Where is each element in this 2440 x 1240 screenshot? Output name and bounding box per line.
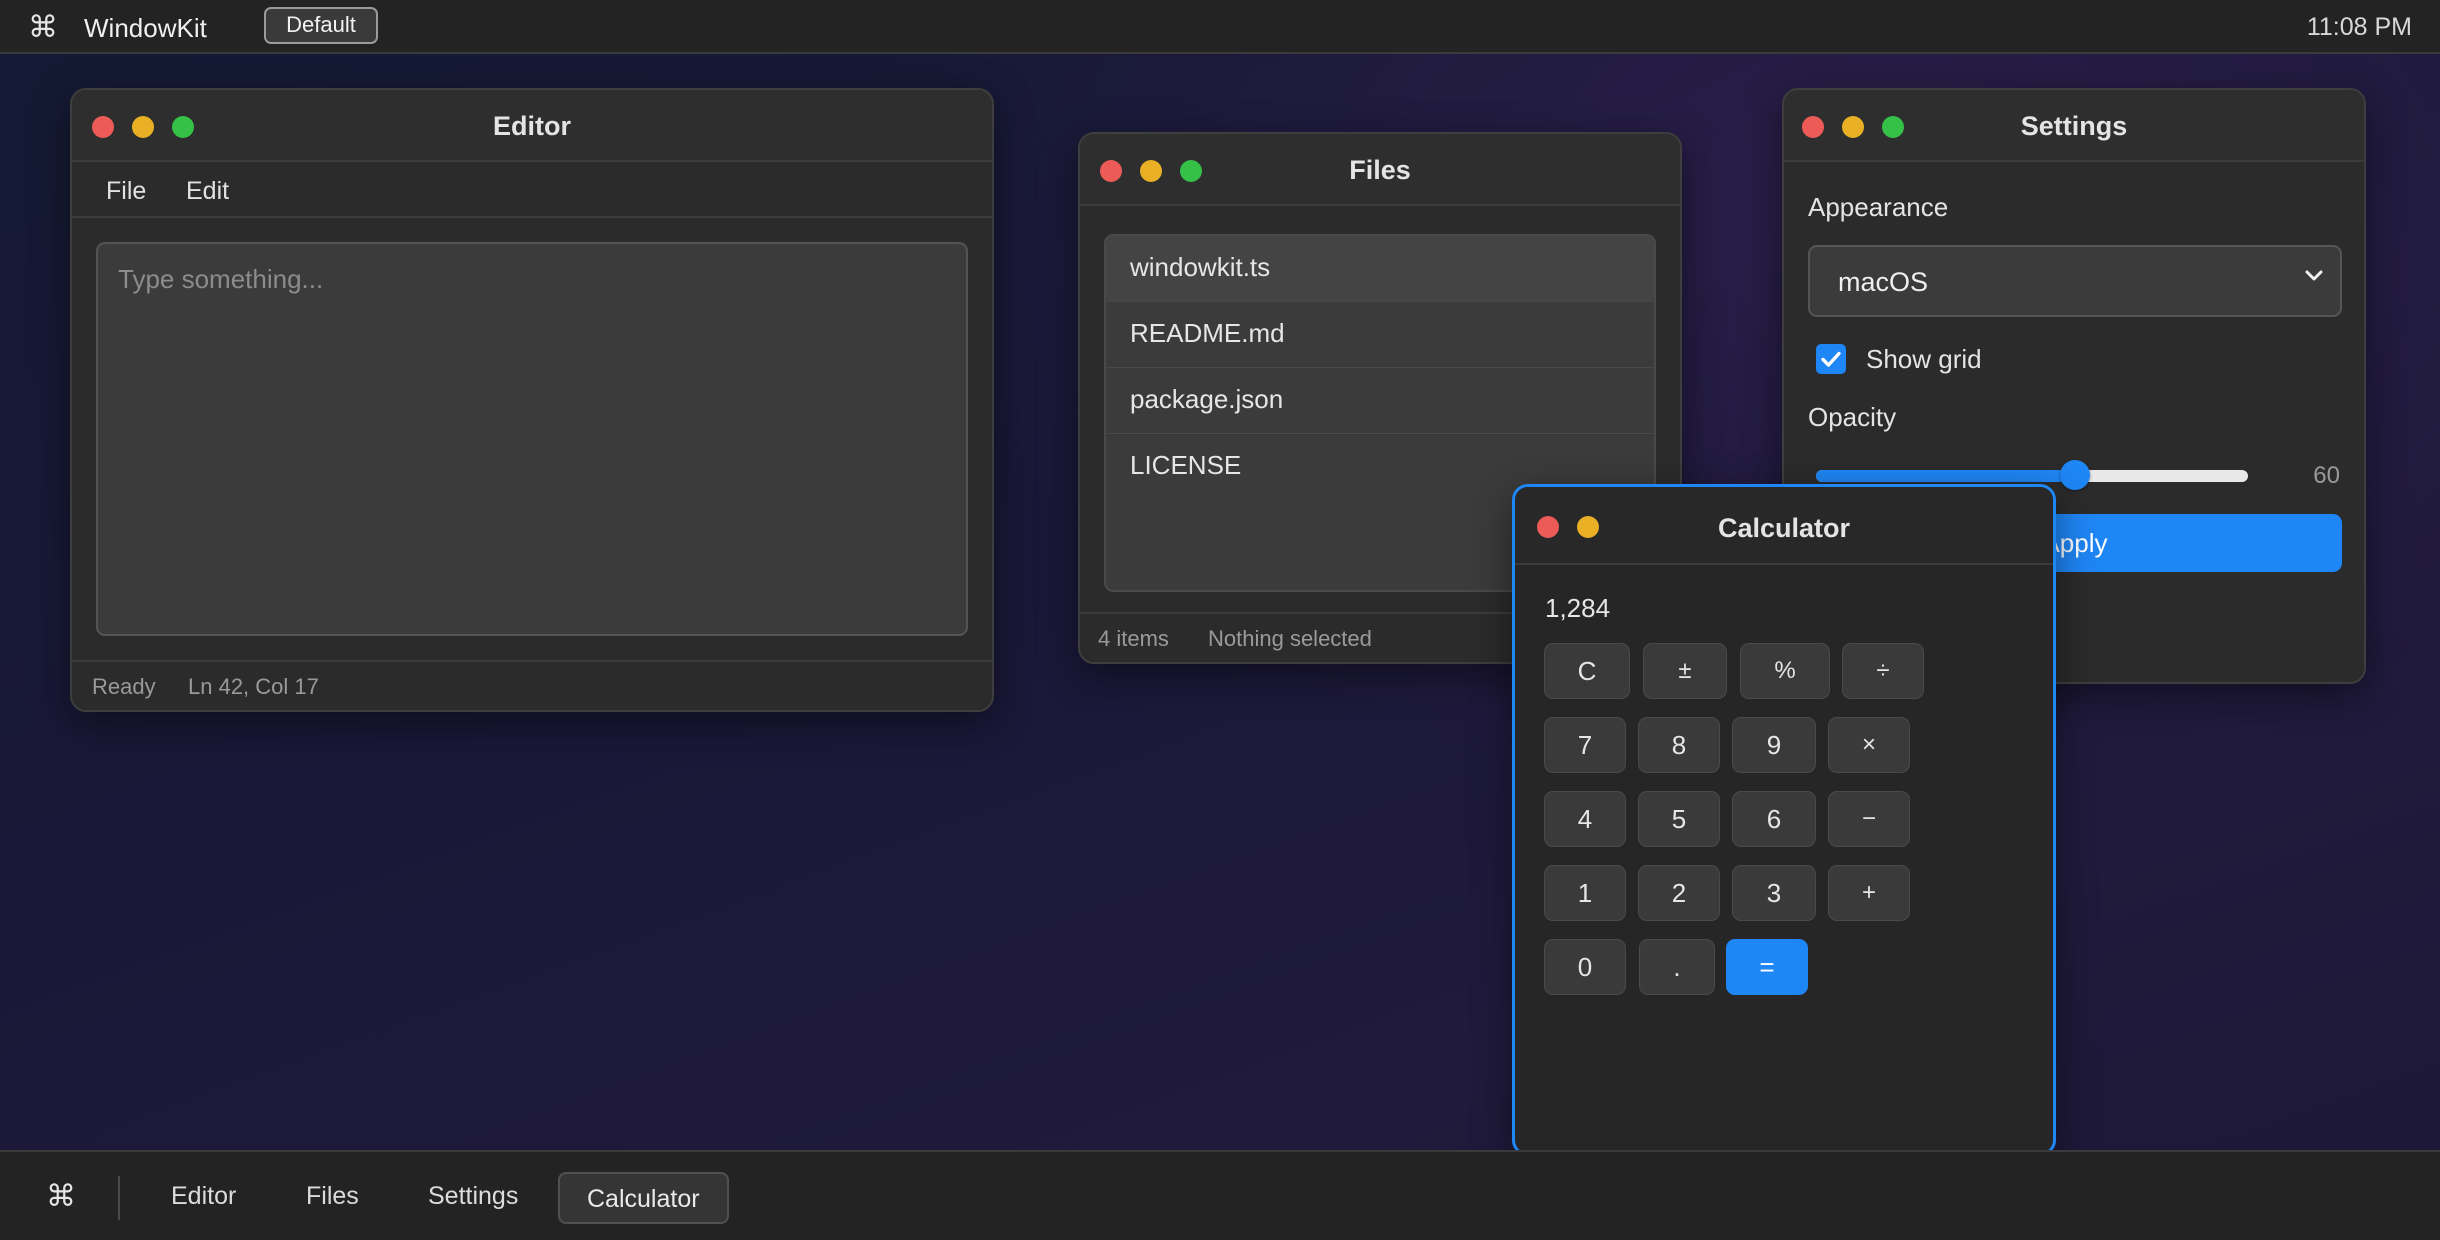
key-equals[interactable]: = — [1726, 939, 1808, 995]
taskbar-item-settings[interactable]: Settings — [428, 1182, 518, 1211]
key-percent[interactable]: % — [1740, 643, 1830, 699]
key-minus[interactable]: − — [1828, 791, 1910, 847]
key-0[interactable]: 0 — [1544, 939, 1626, 995]
selection-status: Nothing selected — [1208, 626, 1372, 651]
opacity-slider-handle[interactable] — [2060, 460, 2091, 490]
editor-titlebar[interactable]: Editor — [72, 90, 992, 162]
command-icon[interactable]: ⌘ — [28, 10, 58, 45]
files-titlebar[interactable]: Files — [1080, 134, 1680, 206]
window-title: Editor — [493, 111, 571, 141]
appearance-value: macOS — [1838, 267, 1929, 297]
key-plus-minus[interactable]: ± — [1643, 643, 1727, 699]
status-text: Ready — [92, 674, 156, 699]
appearance-select[interactable]: macOS — [1808, 245, 2342, 317]
opacity-label: Opacity — [1808, 402, 1897, 432]
taskbar-item-calculator[interactable]: Calculator — [558, 1172, 729, 1224]
key-clear[interactable]: C — [1544, 643, 1630, 699]
editor-status-bar: Ready Ln 42, Col 17 — [72, 660, 992, 710]
window-title: Calculator — [1717, 513, 1851, 543]
show-grid-label: Show grid — [1866, 344, 1982, 374]
key-multiply[interactable]: × — [1828, 717, 1910, 773]
editor-window: Editor File Edit Type something... Ready… — [70, 88, 994, 712]
appearance-label: Appearance — [1808, 192, 1949, 222]
item-count: 4 items — [1098, 626, 1169, 651]
key-9[interactable]: 9 — [1732, 717, 1816, 773]
key-decimal[interactable]: . — [1639, 939, 1715, 995]
settings-titlebar[interactable]: Settings — [1784, 90, 2364, 162]
taskbar-divider — [118, 1176, 120, 1220]
menu-file[interactable]: File — [106, 177, 146, 206]
calculator-window: Calculator 1,284 C ± % ÷ 7 8 9 × 4 5 6 −… — [1512, 484, 2056, 1156]
key-4[interactable]: 4 — [1544, 791, 1626, 847]
opacity-slider[interactable] — [1816, 470, 2248, 482]
calculator-titlebar[interactable]: Calculator — [1515, 487, 2053, 565]
file-item[interactable]: windowkit.ts — [1106, 236, 1654, 302]
taskbar-item-files[interactable]: Files — [306, 1182, 359, 1211]
clock: 11:08 PM — [2306, 13, 2412, 41]
show-grid-checkbox[interactable] — [1816, 344, 1846, 374]
checkmark-icon — [1821, 351, 1841, 367]
key-8[interactable]: 8 — [1638, 717, 1720, 773]
key-1[interactable]: 1 — [1544, 865, 1626, 921]
taskbar-item-editor[interactable]: Editor — [171, 1182, 236, 1211]
key-7[interactable]: 7 — [1544, 717, 1626, 773]
cursor-position: Ln 42, Col 17 — [188, 674, 319, 699]
key-plus[interactable]: + — [1828, 865, 1910, 921]
calculator-display: 1,284 — [1545, 593, 1611, 623]
command-icon[interactable]: ⌘ — [46, 1179, 76, 1214]
file-item[interactable]: README.md — [1106, 302, 1654, 368]
editor-textarea[interactable]: Type something... — [96, 242, 968, 636]
app-name: WindowKit — [84, 13, 207, 43]
chevron-down-icon — [2305, 270, 2323, 281]
key-6[interactable]: 6 — [1732, 791, 1816, 847]
preset-button[interactable]: Default — [264, 7, 378, 44]
opacity-slider-fill — [1816, 470, 2076, 482]
window-title: Files — [1349, 155, 1411, 185]
taskbar: ⌘ Editor Files Settings Calculator — [0, 1150, 2440, 1240]
menu-bar: ⌘ WindowKit Default 11:08 PM — [0, 0, 2440, 54]
key-divide[interactable]: ÷ — [1842, 643, 1924, 699]
editor-menu: File Edit — [72, 162, 992, 218]
editor-placeholder: Type something... — [118, 264, 324, 294]
menu-edit[interactable]: Edit — [186, 177, 229, 206]
key-2[interactable]: 2 — [1638, 865, 1720, 921]
window-title: Settings — [2020, 111, 2128, 141]
file-item[interactable]: package.json — [1106, 368, 1654, 434]
key-5[interactable]: 5 — [1638, 791, 1720, 847]
key-3[interactable]: 3 — [1732, 865, 1816, 921]
opacity-value: 60 — [2313, 462, 2340, 489]
